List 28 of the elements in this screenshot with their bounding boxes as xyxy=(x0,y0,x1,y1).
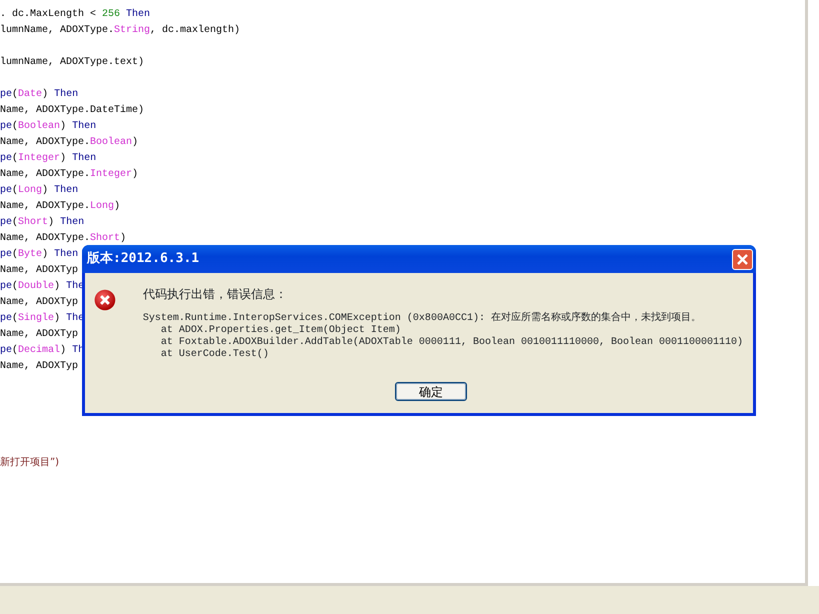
code-line: pe(Byte) Then xyxy=(0,249,78,260)
code-line: Name, ADOXType.Integer) xyxy=(0,169,138,180)
ok-button[interactable]: 确定 xyxy=(395,382,467,401)
code-line: pe(Long) Then xyxy=(0,185,78,196)
code-line: . dc.MaxLength < 256 Then xyxy=(0,9,150,20)
code-line: Name, ADOXType.DateTime) xyxy=(0,105,144,116)
code-line: pe(Integer) Then xyxy=(0,153,96,164)
stack-trace-line: at ADOX.Properties.get_Item(Object Item) xyxy=(160,325,402,336)
stack-trace-line: at Foxtable.ADOXBuilder.AddTable(ADOXTable 0000111, Boolean 0010011110000, Boolean 0001100001110) xyxy=(160,337,743,348)
code-line: pe(Short) Then xyxy=(0,217,84,228)
code-line: pe(Boolean) Then xyxy=(0,121,96,132)
dialog-title: 版本:2012.6.3.1 xyxy=(87,250,200,268)
code-line: Name, ADOXType.Long) xyxy=(0,201,120,212)
close-icon xyxy=(736,252,749,266)
code-line: Name, ADOXType.Boolean) xyxy=(0,137,138,148)
code-line: Name, ADOXTyp xyxy=(0,329,78,340)
code-line: lumnName, ADOXType.String, dc.maxlength) xyxy=(0,25,240,36)
code-line: pe(Date) Then xyxy=(0,89,78,100)
code-line: Name, ADOXTyp xyxy=(0,361,78,372)
error-message: System.Runtime.InteropServices.COMException (0x800A0CC1): 在对应所需名称或序数的集合中，未找到项目。 xyxy=(142,313,702,324)
stack-trace-line: at UserCode.Test() xyxy=(160,349,270,361)
code-line: lumnName, ADOXType.text) xyxy=(0,57,144,68)
close-button[interactable] xyxy=(732,248,753,270)
code-line: Name, ADOXTyp xyxy=(0,265,78,276)
code-line: Name, ADOXType.Short) xyxy=(0,233,126,244)
error-heading: 代码执行出错，错误信息： xyxy=(142,286,288,303)
code-line: 新打开项目”) xyxy=(0,458,60,469)
code-line: Name, ADOXTyp xyxy=(0,297,78,308)
